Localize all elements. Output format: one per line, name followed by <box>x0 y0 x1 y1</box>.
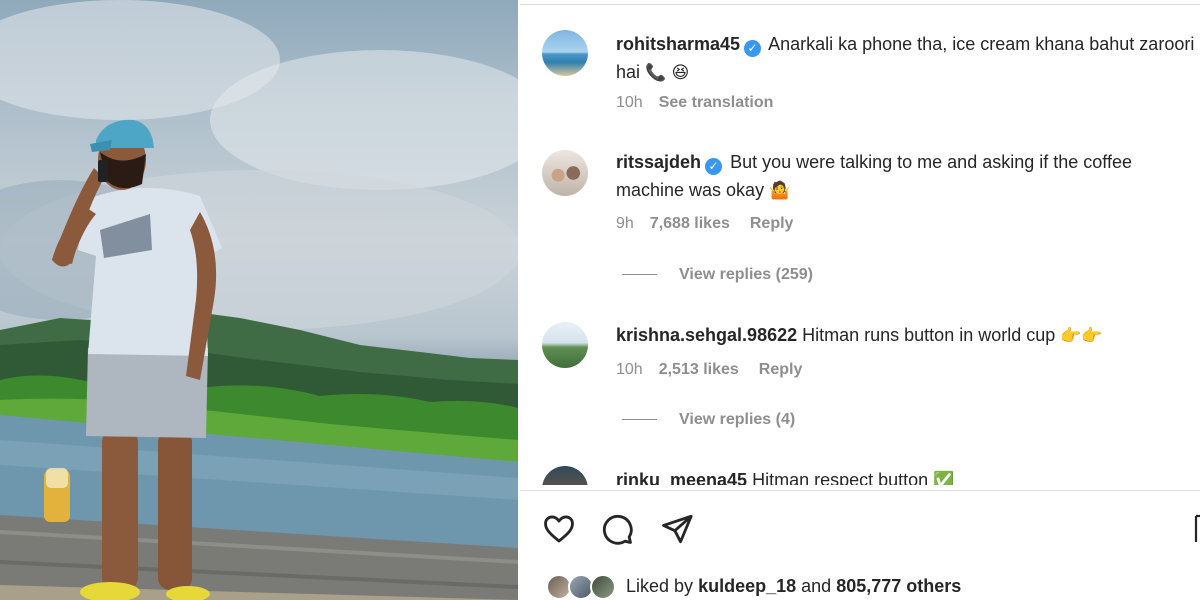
bookmark-icon[interactable] <box>1194 512 1200 546</box>
share-icon[interactable] <box>660 512 694 546</box>
likes-count[interactable]: 7,688 likes <box>650 215 730 232</box>
comment-emoji: ✅ <box>933 471 955 485</box>
view-replies-label: View replies (4) <box>679 411 796 428</box>
avatar[interactable] <box>542 322 588 368</box>
reply-button[interactable]: Reply <box>759 361 803 378</box>
liked-by-prefix: Liked by <box>626 576 694 596</box>
comment-text: rinku_meena45 Hitman respect button ✅ <box>616 466 1196 485</box>
verified-badge-icon: ✓ <box>744 40 762 57</box>
liked-by-others[interactable]: 805,777 others <box>836 576 961 596</box>
comment-emoji: 🤷 <box>769 181 791 201</box>
view-replies-button[interactable]: View replies (4) <box>622 411 795 429</box>
comment-body: Hitman respect button <box>752 470 929 485</box>
heart-icon[interactable] <box>542 512 576 546</box>
replies-line <box>622 274 657 276</box>
timestamp[interactable]: 10h <box>616 361 643 378</box>
username[interactable]: rinku_meena45 <box>616 470 747 485</box>
timestamp[interactable]: 10h <box>616 94 643 111</box>
comment-text: krishna.sehgal.98622 Hitman runs button … <box>616 321 1196 350</box>
photo-scene <box>0 0 518 600</box>
view-replies-button[interactable]: View replies (259) <box>622 266 813 284</box>
username[interactable]: krishna.sehgal.98622 <box>616 325 797 345</box>
comment-list[interactable]: rohitsharma45 ✓ Anarkali ka phone tha, ic… <box>520 0 1200 485</box>
verified-badge-icon: ✓ <box>705 158 723 175</box>
timestamp[interactable]: 9h <box>616 215 634 232</box>
comment-icon[interactable] <box>600 512 634 546</box>
avatar <box>590 574 616 600</box>
comment-text: ritssajdeh ✓ But you were talking to me a… <box>616 148 1196 205</box>
username[interactable]: ritssajdeh <box>616 152 701 172</box>
replies-line <box>622 419 657 421</box>
comments-panel: rohitsharma45 ✓ Anarkali ka phone tha, ic… <box>520 0 1200 600</box>
comment-emoji: 👉👉 <box>1060 326 1103 346</box>
comment-meta: 10h 2,513 likes Reply <box>616 361 822 379</box>
caption-text: rohitsharma45 ✓ Anarkali ka phone tha, ic… <box>616 30 1196 87</box>
post-photo[interactable] <box>0 0 518 600</box>
liked-by-text: Liked by kuldeep_18 and 805,777 others <box>626 576 961 597</box>
liked-by-user[interactable]: kuldeep_18 <box>698 576 796 596</box>
likes-count[interactable]: 2,513 likes <box>659 361 739 378</box>
view-replies-label: View replies (259) <box>679 266 813 283</box>
avatar[interactable] <box>542 30 588 76</box>
reply-button[interactable]: Reply <box>750 215 794 232</box>
comment-body: Hitman runs button in world cup <box>802 325 1056 345</box>
comment-meta: 9h 7,688 likes Reply <box>616 215 813 233</box>
caption-meta: 10h See translation <box>616 94 793 112</box>
username[interactable]: rohitsharma45 <box>616 34 740 54</box>
avatar[interactable] <box>542 466 588 485</box>
avatar[interactable] <box>542 150 588 196</box>
divider <box>520 490 1200 491</box>
see-translation-link[interactable]: See translation <box>659 94 774 111</box>
liked-by-and: and <box>801 576 832 596</box>
caption-emojis: 📞 😆 <box>645 63 690 83</box>
